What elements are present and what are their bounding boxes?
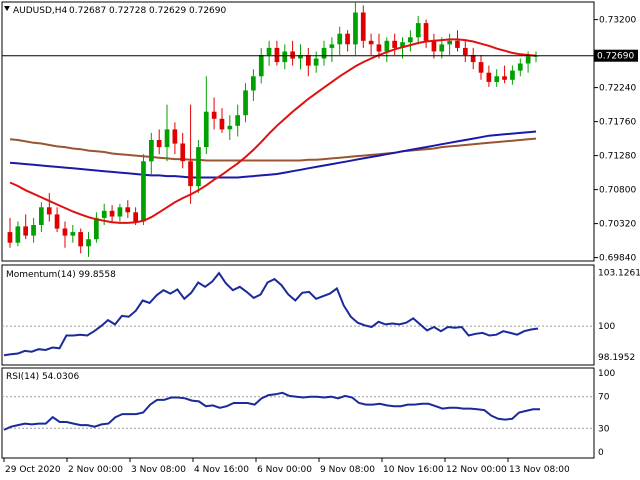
- candle-body: [384, 40, 390, 52]
- momentum-tick-label: 103.1261: [598, 269, 640, 279]
- candle-body: [172, 129, 178, 144]
- time-tick-label: 29 Oct 2020: [5, 465, 61, 475]
- close-value: 0.72690: [189, 6, 226, 16]
- candle-body: [353, 12, 358, 45]
- momentum-tick-label: 100: [598, 322, 615, 332]
- candle-body: [423, 23, 429, 41]
- candle-body: [306, 55, 311, 66]
- time-tick-label: 10 Nov 16:00: [383, 465, 444, 475]
- candle-body: [141, 161, 146, 222]
- candle-body: [94, 217, 99, 240]
- candle-body: [78, 232, 83, 247]
- candle-body: [329, 44, 335, 48]
- candle-body: [219, 118, 225, 130]
- candle-body: [227, 125, 233, 130]
- candle-body: [431, 40, 437, 52]
- candle-body: [345, 33, 350, 45]
- candle-body: [180, 143, 186, 162]
- candle-body: [502, 76, 507, 80]
- candle-body: [101, 210, 107, 218]
- candle-body: [15, 226, 21, 243]
- time-tick-label: 9 Nov 08:00: [320, 465, 375, 475]
- candle-body: [62, 228, 68, 236]
- candle-body: [439, 44, 445, 52]
- candle-body: [290, 51, 295, 59]
- candle-body: [368, 40, 374, 45]
- candle-body: [39, 207, 44, 225]
- candle-body: [258, 55, 264, 77]
- candle-body: [203, 111, 209, 148]
- candle-body: [243, 90, 248, 116]
- candle-body: [392, 40, 397, 48]
- candle-body: [188, 161, 193, 187]
- candle-body: [266, 47, 272, 55]
- momentum-tick-label: 98.1952: [598, 353, 635, 363]
- momentum-title: Momentum(14) 99.8558: [6, 270, 116, 280]
- candle-body: [415, 23, 421, 38]
- candle-body: [313, 58, 319, 66]
- candle-body: [486, 72, 492, 82]
- current-price-tag: 0.72690: [594, 49, 638, 62]
- time-tick-label: 4 Nov 16:00: [194, 465, 249, 475]
- candle-body: [109, 210, 115, 217]
- candle-body: [447, 40, 452, 45]
- candle-body: [70, 232, 76, 236]
- candle-body: [274, 47, 280, 63]
- candle-body: [408, 37, 413, 43]
- rsi-tick-label: 70: [598, 393, 610, 403]
- candle-body: [478, 62, 484, 73]
- candle-body: [149, 140, 154, 162]
- candle-body: [510, 70, 515, 80]
- candle-body: [235, 115, 240, 126]
- price-tick-label: 0.72240: [599, 84, 636, 94]
- time-tick-label: 13 Nov 08:00: [509, 465, 570, 475]
- candle-body: [7, 232, 13, 243]
- low-value: 0.72629: [149, 6, 186, 16]
- rsi-tick-label: 0: [598, 448, 604, 458]
- price-tick-label: 0.71280: [599, 152, 636, 162]
- candle-body: [86, 239, 91, 247]
- rsi-tick-label: 100: [598, 369, 615, 379]
- candle-body: [455, 40, 460, 48]
- rsi-tick-label: 30: [598, 424, 610, 434]
- chart-canvas: 0.73200 0.72240 0.71760 0.71280 0.70800 0.703…: [0, 0, 640, 480]
- time-tick-label: 2 Nov 00:00: [68, 465, 123, 475]
- candle-body: [494, 76, 500, 82]
- candle-body: [211, 111, 217, 119]
- open-value: 0.72687: [69, 6, 106, 16]
- candle-body: [196, 147, 201, 187]
- candle-body: [46, 207, 52, 215]
- candle-body: [117, 207, 123, 217]
- time-tick-label: 3 Nov 08:00: [131, 465, 186, 475]
- candle-body: [251, 76, 256, 91]
- time-tick-label: 6 Nov 00:00: [257, 465, 312, 475]
- rsi-title: RSI(14) 54.0306: [6, 372, 79, 382]
- candle-body: [360, 12, 366, 41]
- candle-body: [282, 51, 288, 63]
- candle-body: [525, 56, 531, 64]
- candle-body: [156, 140, 162, 148]
- candle-body: [133, 212, 138, 222]
- time-tick-label: 12 Nov 00:00: [446, 465, 507, 475]
- candle-body: [517, 63, 523, 71]
- candle-body: [31, 225, 36, 236]
- candle-body: [463, 47, 468, 55]
- price-tick-label: 0.70800: [599, 186, 636, 196]
- high-value: 0.72728: [109, 6, 146, 16]
- candle-body: [337, 33, 343, 45]
- symbol-label: AUDUSD,H4: [13, 6, 68, 16]
- candle-body: [164, 129, 170, 148]
- candle-body: [54, 214, 60, 229]
- current-price-tag-text: 0.72690: [597, 52, 634, 62]
- price-tick-label: 0.69840: [599, 254, 636, 264]
- candle-body: [376, 44, 382, 52]
- candle-body: [321, 47, 327, 59]
- price-tick-label: 0.73200: [599, 16, 636, 26]
- candle-body: [23, 226, 28, 236]
- price-tick-label: 0.71760: [599, 118, 636, 128]
- price-tick-label: 0.70320: [599, 220, 636, 230]
- price-header: AUDUSD,H4 0.72687 0.72728 0.72629 0.7269…: [4, 6, 226, 16]
- candle-body: [125, 207, 131, 213]
